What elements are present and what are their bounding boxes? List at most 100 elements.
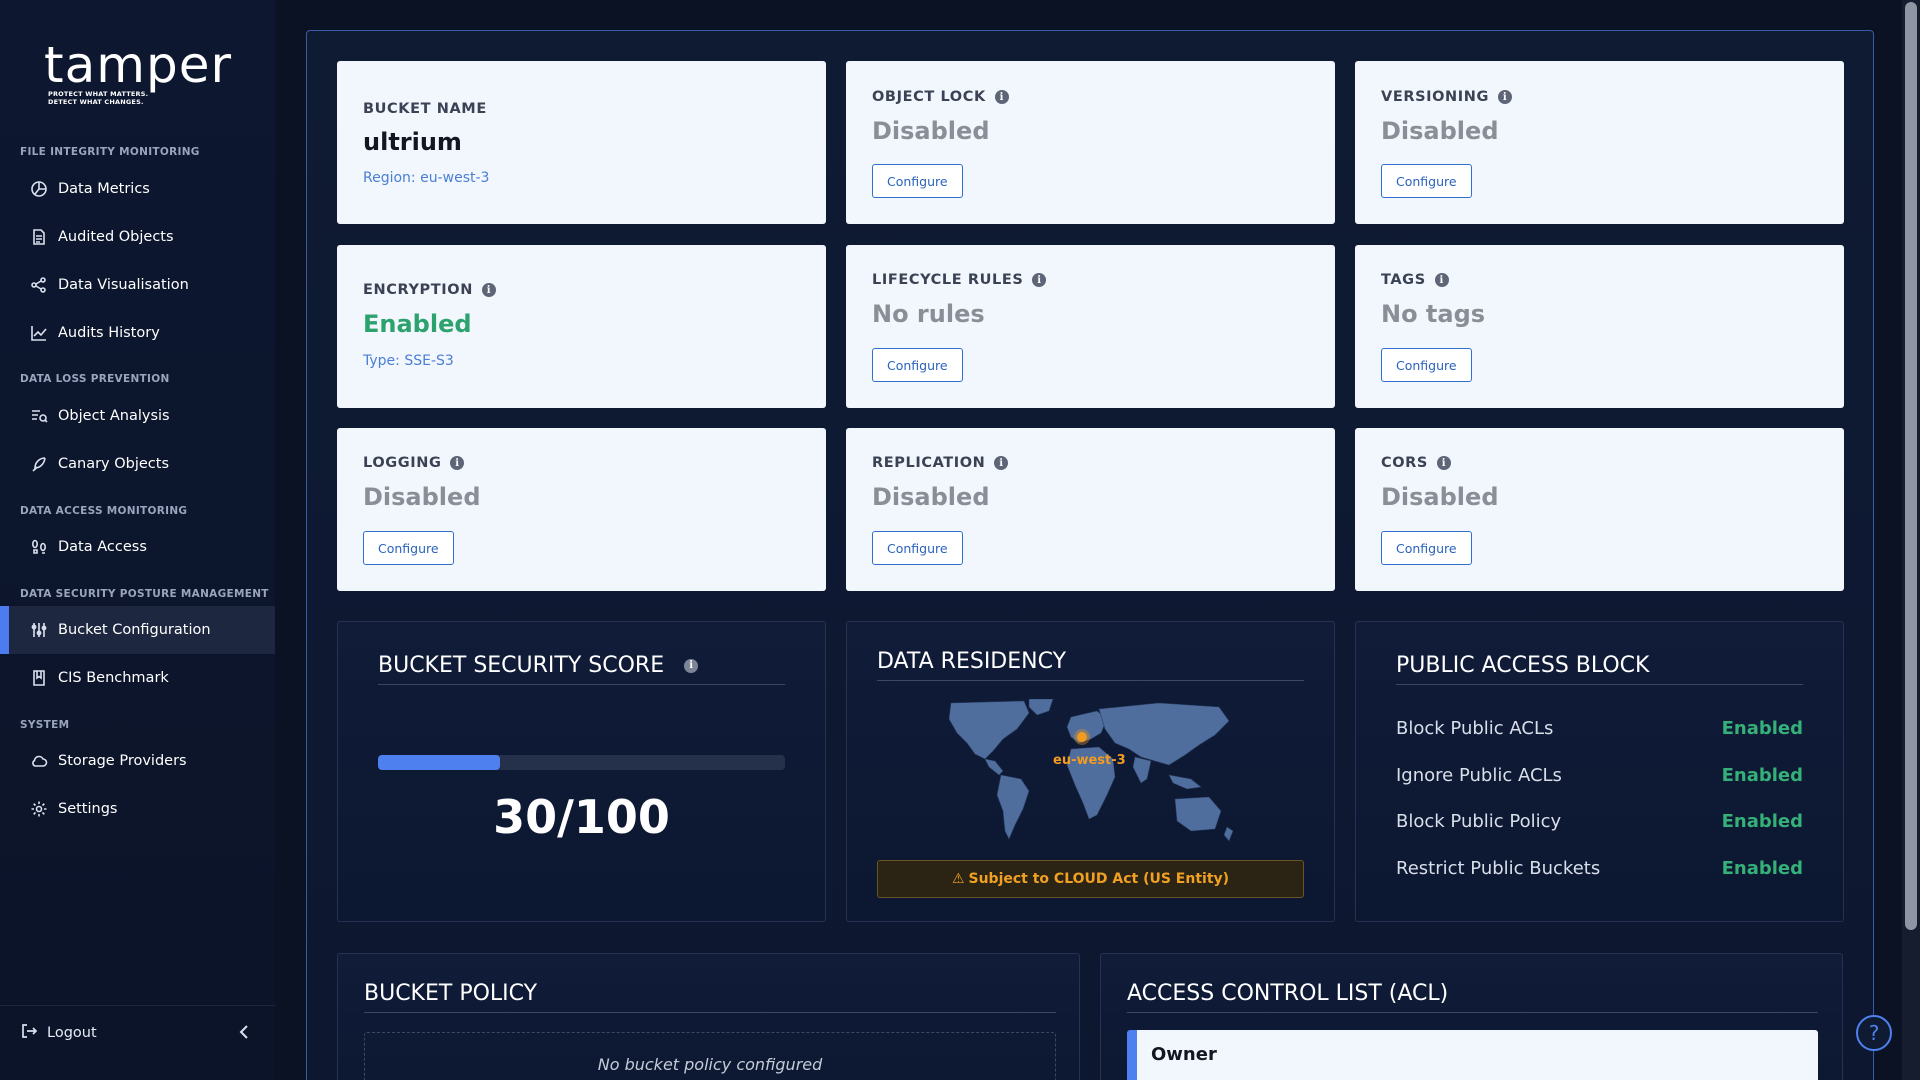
- panel-title: ACCESS CONTROL LIST (ACL): [1127, 981, 1818, 1013]
- logo-wordmark: tamper: [44, 36, 233, 94]
- score-progress-fill: [378, 755, 501, 770]
- gear-icon: [30, 800, 48, 818]
- world-map-graphic: [948, 698, 1234, 842]
- pab-setting-name: Block Public Policy: [1396, 811, 1562, 832]
- lifecycle-configure-button[interactable]: Configure: [872, 348, 963, 382]
- section-data-security-posture-management: DATA SECURITY POSTURE MANAGEMENT: [20, 588, 269, 600]
- pab-row: Block Public ACLs Enabled: [1396, 718, 1803, 739]
- warning-icon: ⚠: [951, 871, 965, 887]
- card-label-text: REPLICATION: [872, 455, 986, 471]
- bucket-name-value: ultrium: [363, 128, 462, 156]
- card-label-text: ENCRYPTION: [363, 282, 473, 298]
- cloud-act-warning-text: Subject to CLOUD Act (US Entity): [968, 871, 1230, 887]
- info-icon[interactable]: i: [481, 283, 496, 297]
- acl-owner-card: Owner: [1127, 1030, 1818, 1080]
- logging-configure-button[interactable]: Configure: [363, 531, 454, 565]
- footprints-icon: [30, 538, 48, 556]
- scrollbar-thumb[interactable]: [1905, 2, 1917, 930]
- sidebar-item-label: Object Analysis: [58, 408, 170, 424]
- panel-title: DATA RESIDENCY: [877, 649, 1304, 681]
- card-label-text: LOGGING: [363, 455, 442, 471]
- object-lock-configure-button[interactable]: Configure: [872, 164, 963, 198]
- cors-card: CORS i Disabled Configure: [1355, 428, 1844, 591]
- sidebar-item-bucket-configuration[interactable]: Bucket Configuration: [0, 606, 275, 654]
- card-label-text: CORS: [1381, 455, 1428, 471]
- panel-title: BUCKET SECURITY SCORE i: [378, 653, 785, 685]
- sidebar-item-canary-objects[interactable]: Canary Objects: [0, 440, 275, 488]
- panel-title: PUBLIC ACCESS BLOCK: [1396, 653, 1803, 685]
- card-label: LIFECYCLE RULES i: [872, 272, 1047, 288]
- book-icon: [30, 669, 48, 687]
- acl-owner-label: Owner: [1151, 1044, 1217, 1065]
- cors-configure-button[interactable]: Configure: [1381, 531, 1472, 565]
- sidebar-item-data-access[interactable]: Data Access: [0, 523, 275, 571]
- world-map: eu-west-3: [929, 698, 1239, 845]
- pab-status-badge: Enabled: [1721, 718, 1803, 739]
- panel-title: BUCKET POLICY: [364, 981, 1056, 1013]
- info-icon[interactable]: i: [1434, 273, 1449, 287]
- card-label: VERSIONING i: [1381, 89, 1513, 105]
- card-label: OBJECT LOCK i: [872, 89, 1009, 105]
- logo-tagline-2: DETECT WHAT CHANGES.: [48, 98, 144, 106]
- card-label-text: LIFECYCLE RULES: [872, 272, 1024, 288]
- info-icon[interactable]: i: [1498, 90, 1513, 104]
- sidebar-item-label: Settings: [58, 801, 118, 817]
- section-data-loss-prevention: DATA LOSS PREVENTION: [20, 373, 170, 385]
- logout-button[interactable]: Logout: [20, 1022, 97, 1044]
- panel-title-text: BUCKET SECURITY SCORE: [378, 653, 665, 678]
- replication-value: Disabled: [872, 483, 990, 511]
- encryption-type: Type: SSE-S3: [363, 353, 454, 369]
- pab-row: Ignore Public ACLs Enabled: [1396, 765, 1803, 786]
- versioning-value: Disabled: [1381, 117, 1499, 145]
- public-access-block-panel: PUBLIC ACCESS BLOCK Block Public ACLs En…: [1355, 621, 1844, 922]
- cors-value: Disabled: [1381, 483, 1499, 511]
- info-icon[interactable]: i: [684, 658, 699, 673]
- tamper-logo[interactable]: tamper PROTECT WHAT MATTERS. DETECT WHAT…: [44, 40, 234, 112]
- bucket-policy-panel: BUCKET POLICY No bucket policy configure…: [337, 953, 1080, 1080]
- info-icon[interactable]: i: [994, 90, 1009, 104]
- tags-configure-button[interactable]: Configure: [1381, 348, 1472, 382]
- sidebar-item-label: CIS Benchmark: [58, 670, 169, 686]
- sidebar-item-label: Bucket Configuration: [58, 622, 211, 638]
- sidebar-item-data-metrics[interactable]: Data Metrics: [0, 165, 275, 213]
- sidebar-item-label: Data Metrics: [58, 181, 150, 197]
- pab-status-badge: Enabled: [1721, 765, 1803, 786]
- sidebar-item-settings[interactable]: Settings: [0, 785, 275, 833]
- replication-configure-button[interactable]: Configure: [872, 531, 963, 565]
- pab-status-badge: Enabled: [1721, 811, 1803, 832]
- sidebar: tamper PROTECT WHAT MATTERS. DETECT WHAT…: [0, 0, 275, 1080]
- acl-panel: ACCESS CONTROL LIST (ACL) Owner: [1100, 953, 1843, 1080]
- info-icon[interactable]: i: [1032, 273, 1047, 287]
- section-file-integrity-monitoring: FILE INTEGRITY MONITORING: [20, 146, 200, 158]
- main-content: BUCKET NAME ultrium Region: eu-west-3 OB…: [306, 30, 1874, 1080]
- question-mark-icon: ?: [1868, 1021, 1880, 1045]
- sidebar-item-cis-benchmark[interactable]: CIS Benchmark: [0, 654, 275, 702]
- graph-nodes-icon: [30, 276, 48, 294]
- info-icon[interactable]: i: [1436, 456, 1451, 470]
- chevron-left-icon[interactable]: [237, 1024, 253, 1044]
- sidebar-item-audits-history[interactable]: Audits History: [0, 309, 275, 357]
- sidebar-divider: [0, 1005, 275, 1006]
- sidebar-item-label: Storage Providers: [58, 753, 187, 769]
- versioning-configure-button[interactable]: Configure: [1381, 164, 1472, 198]
- pab-setting-name: Restrict Public Buckets: [1396, 858, 1601, 879]
- sidebar-item-label: Audits History: [58, 325, 160, 341]
- pab-setting-name: Ignore Public ACLs: [1396, 765, 1562, 786]
- bucket-region: Region: eu-west-3: [363, 170, 490, 186]
- page-scrollbar[interactable]: [1902, 0, 1920, 1080]
- card-label-text: TAGS: [1381, 272, 1426, 288]
- sidebar-item-object-analysis[interactable]: Object Analysis: [0, 392, 275, 440]
- sliders-icon: [30, 621, 48, 639]
- sidebar-item-audited-objects[interactable]: Audited Objects: [0, 213, 275, 261]
- info-icon[interactable]: i: [994, 456, 1009, 470]
- card-label: ENCRYPTION i: [363, 282, 496, 298]
- sidebar-item-storage-providers[interactable]: Storage Providers: [0, 737, 275, 785]
- security-score-panel: BUCKET SECURITY SCORE i 30/100: [337, 621, 826, 922]
- help-button[interactable]: ?: [1856, 1015, 1892, 1051]
- cloud-icon: [30, 752, 48, 770]
- info-icon[interactable]: i: [450, 456, 465, 470]
- logging-card: LOGGING i Disabled Configure: [337, 428, 826, 591]
- sidebar-item-label: Audited Objects: [58, 229, 174, 245]
- line-chart-icon: [30, 324, 48, 342]
- sidebar-item-data-visualisation[interactable]: Data Visualisation: [0, 261, 275, 309]
